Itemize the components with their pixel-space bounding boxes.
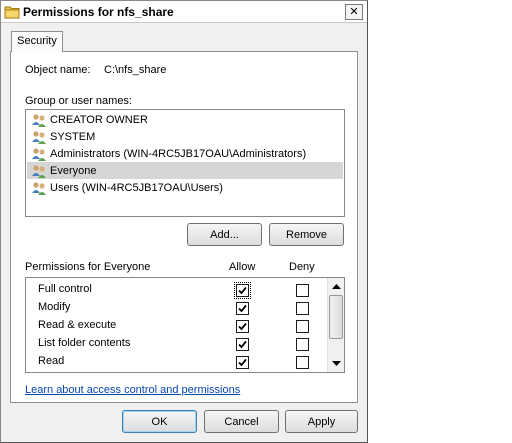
permissions-dialog: Permissions for nfs_share ✕ Security Obj… — [0, 0, 368, 443]
scroll-down-arrow-icon[interactable] — [328, 355, 345, 372]
title-bar[interactable]: Permissions for nfs_share ✕ — [1, 1, 367, 23]
allow-checkbox[interactable] — [234, 282, 251, 299]
object-name-label: Object name: — [25, 64, 91, 76]
group-names-label: Group or user names: — [25, 95, 132, 107]
list-item-label: SYSTEM — [50, 130, 96, 143]
access-control-help-link[interactable]: Learn about access control and permissio… — [25, 384, 240, 396]
remove-button[interactable]: Remove — [269, 223, 344, 246]
user-group-icon — [32, 113, 46, 127]
list-item-selected[interactable]: Everyone — [27, 162, 343, 179]
scroll-up-arrow-icon[interactable] — [328, 278, 345, 295]
permissions-header: Permissions for Everyone — [25, 261, 151, 273]
deny-checkbox[interactable] — [296, 302, 309, 315]
list-item-label: CREATOR OWNER — [50, 113, 148, 126]
add-button[interactable]: Add... — [187, 223, 262, 246]
permission-label: Modify — [38, 301, 71, 313]
list-item-label: Everyone — [50, 164, 97, 177]
allow-checkbox[interactable] — [236, 320, 249, 333]
window-title: Permissions for nfs_share — [23, 5, 174, 19]
allow-checkbox[interactable] — [236, 338, 249, 351]
list-item-label: Users (WIN-4RC5JB17OAU\Users) — [50, 181, 223, 194]
deny-checkbox[interactable] — [296, 356, 309, 369]
object-name-value: C:\nfs_share — [104, 64, 167, 76]
scrollbar-thumb[interactable] — [329, 295, 343, 339]
list-item[interactable]: CREATOR OWNER — [27, 111, 343, 128]
user-group-icon — [32, 164, 46, 178]
allow-checkbox[interactable] — [236, 356, 249, 369]
permissions-list: Full control Modify Read & execute List … — [25, 277, 345, 373]
list-item-label: Administrators (WIN-4RC5JB17OAU\Administ… — [50, 147, 307, 160]
user-group-icon — [32, 181, 46, 195]
ok-button[interactable]: OK — [122, 410, 197, 433]
permission-label: Read & execute — [38, 319, 117, 331]
user-group-icon — [32, 147, 46, 161]
permissions-scrollbar[interactable] — [327, 278, 344, 372]
deny-checkbox[interactable] — [296, 284, 309, 297]
permission-row: Read & execute — [26, 317, 326, 335]
close-icon: ✕ — [349, 5, 359, 18]
apply-button[interactable]: Apply — [285, 410, 358, 433]
list-item[interactable]: SYSTEM — [27, 128, 343, 145]
cancel-button[interactable]: Cancel — [204, 410, 279, 433]
deny-checkbox[interactable] — [296, 338, 309, 351]
permission-row: Read — [26, 353, 326, 371]
permission-label: List folder contents — [38, 337, 131, 349]
allow-checkbox[interactable] — [236, 302, 249, 315]
permission-row: Modify — [26, 299, 326, 317]
permission-label: Full control — [38, 283, 92, 295]
list-item[interactable]: Users (WIN-4RC5JB17OAU\Users) — [27, 179, 343, 196]
list-item[interactable]: Administrators (WIN-4RC5JB17OAU\Administ… — [27, 145, 343, 162]
tab-security[interactable]: Security — [11, 31, 63, 52]
group-user-list[interactable]: CREATOR OWNER SYSTEM Administrators (WIN… — [25, 109, 345, 217]
deny-column-label: Deny — [289, 261, 315, 273]
permission-row: Full control — [26, 281, 326, 299]
deny-checkbox[interactable] — [296, 320, 309, 333]
user-group-icon — [32, 130, 46, 144]
close-button[interactable]: ✕ — [345, 4, 363, 20]
permission-label: Read — [38, 355, 65, 367]
allow-column-label: Allow — [229, 261, 256, 273]
folder-icon — [4, 6, 20, 19]
permission-row: List folder contents — [26, 335, 326, 353]
